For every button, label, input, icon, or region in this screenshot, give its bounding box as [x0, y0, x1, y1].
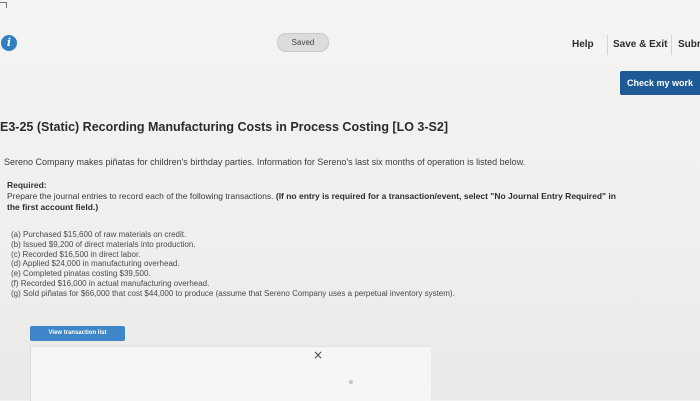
journal-entry-panel: [30, 346, 431, 401]
view-transaction-list-button[interactable]: View transaction list: [30, 326, 125, 341]
list-item: (f) Recorded $16,000 in actual manufactu…: [11, 278, 210, 288]
submit-button[interactable]: Subr: [671, 35, 700, 55]
problem-title: E3-25 (Static) Recording Manufacturing C…: [0, 120, 448, 134]
list-item: (b) Issued $9,200 of direct materials in…: [11, 239, 196, 249]
help-button[interactable]: Help: [572, 35, 594, 55]
pager-dot[interactable]: [349, 380, 353, 384]
list-item: (e) Completed pinatas costing $39,500.: [11, 269, 151, 279]
assignment-page: i Saved Help Save & Exit Subr Check my w…: [0, 0, 700, 401]
required-label: Required:: [7, 180, 47, 190]
close-icon[interactable]: ×: [311, 348, 325, 362]
list-item: (a) Purchased $15,600 of raw materials o…: [11, 230, 187, 239]
instructions: Prepare the journal entries to record ea…: [7, 191, 617, 213]
list-item: (c) Recorded $16,500 in direct labor.: [11, 249, 141, 259]
transaction-list: (a) Purchased $15,600 of raw materials o…: [11, 230, 455, 299]
list-item: (d) Applied $24,000 in manufacturing ove…: [11, 259, 180, 269]
check-my-work-button[interactable]: Check my work: [620, 71, 700, 95]
status-badge: Saved: [277, 33, 329, 52]
problem-intro: Sereno Company makes piñatas for childre…: [4, 157, 526, 167]
corner-fragment: [0, 2, 7, 8]
instructions-text: Prepare the journal entries to record ea…: [7, 191, 274, 201]
save-exit-button[interactable]: Save & Exit: [607, 35, 671, 55]
list-item: (g) Sold piñatas for $66,000 that cost $…: [11, 288, 455, 298]
info-icon[interactable]: i: [1, 35, 17, 51]
